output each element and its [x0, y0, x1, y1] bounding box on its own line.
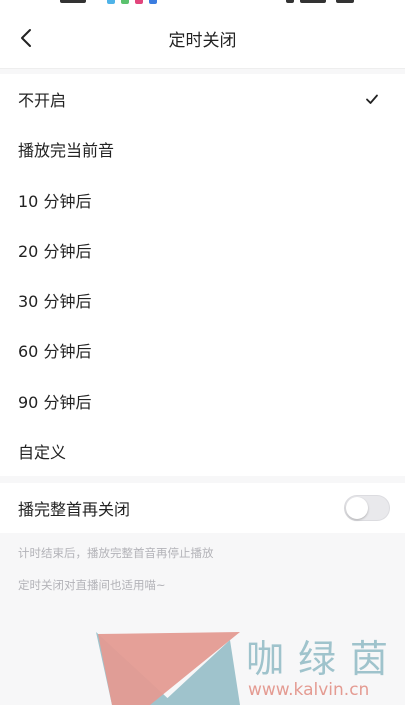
back-button[interactable]	[10, 22, 42, 54]
option-label: 自定义	[18, 442, 67, 462]
option-label: 20 分钟后	[18, 241, 92, 261]
battery-icon	[336, 0, 354, 3]
option-90-min[interactable]: 90 分钟后	[0, 376, 405, 426]
option-label: 60 分钟后	[18, 342, 92, 362]
option-20-min[interactable]: 20 分钟后	[0, 225, 405, 275]
finish-track-switch[interactable]	[344, 495, 390, 521]
option-30-min[interactable]: 30 分钟后	[0, 275, 405, 325]
option-10-min[interactable]: 10 分钟后	[0, 175, 405, 225]
watermark-logo-icon	[96, 632, 240, 705]
timer-option-list: 不开启 播放完当前音 10 分钟后 20 分钟后 30 分钟后 60 分钟后 9…	[0, 74, 405, 476]
checkmark-icon	[366, 94, 378, 105]
option-label: 30 分钟后	[18, 292, 92, 312]
finish-track-toggle-row: 播完整首再关闭	[0, 483, 405, 533]
notification-icon	[121, 0, 129, 4]
watermark-url: www.kalvin.cn	[248, 680, 370, 700]
notification-icon	[149, 0, 157, 4]
signal-icon	[286, 0, 294, 3]
chevron-left-icon	[21, 29, 31, 47]
toggle-label: 播完整首再关闭	[18, 500, 131, 519]
network-icon	[300, 0, 326, 3]
option-off[interactable]: 不开启	[0, 74, 405, 124]
option-label: 10 分钟后	[18, 191, 92, 211]
option-label: 播放完当前音	[18, 141, 115, 161]
watermark: 咖绿茵 www.kalvin.cn	[0, 620, 405, 705]
option-label: 不开启	[18, 91, 67, 111]
status-bar	[0, 0, 405, 8]
option-60-min[interactable]: 60 分钟后	[0, 325, 405, 375]
notification-icon	[135, 0, 143, 4]
app-header: 定时关闭	[0, 8, 405, 69]
option-label: 90 分钟后	[18, 392, 92, 412]
notification-icon	[107, 0, 115, 4]
option-custom[interactable]: 自定义	[0, 426, 405, 476]
hint-text-2: 定时关闭对直播间也适用喵~	[18, 578, 166, 592]
switch-knob	[346, 497, 368, 519]
page-title: 定时关闭	[168, 31, 237, 51]
hint-text-1: 计时结束后，播放完整首音再停止播放	[18, 546, 214, 560]
option-after-current-track[interactable]: 播放完当前音	[0, 124, 405, 174]
watermark-text: 咖绿茵	[246, 637, 403, 681]
status-time	[60, 0, 86, 3]
